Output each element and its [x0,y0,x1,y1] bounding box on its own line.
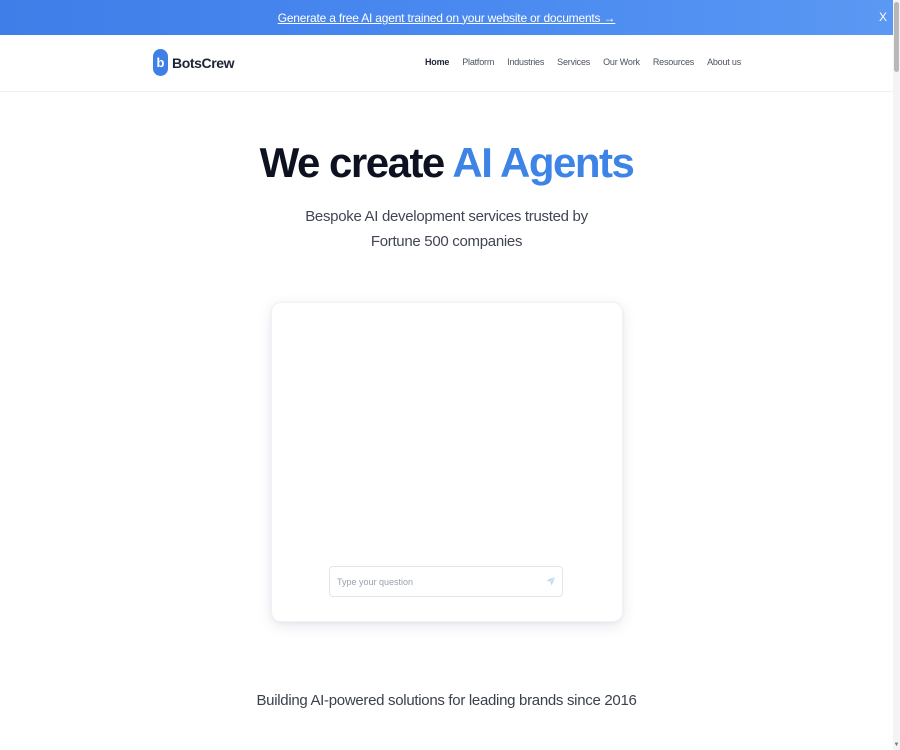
nav-item-resources[interactable]: Resources [653,57,694,67]
banner-close-button[interactable]: X [879,10,887,24]
nav-item-our-work[interactable]: Our Work [603,57,640,67]
nav-item-services[interactable]: Services [557,57,590,67]
site-header: b BotsCrew Home Platform Industries Serv… [0,35,893,92]
nav-item-about-us[interactable]: About us [707,57,741,67]
logo-text: BotsCrew [172,54,235,71]
nav-item-industries[interactable]: Industries [507,57,544,67]
chat-input-box [329,566,563,597]
logo[interactable]: b BotsCrew [153,49,235,76]
scrollbar-thumb[interactable] [894,2,899,72]
logo-icon: b [153,49,168,76]
hero-subtitle: Bespoke AI development services trusted … [305,208,588,250]
logo-mark-letter: b [156,55,165,70]
announcement-banner: Generate a free AI agent trained on your… [0,0,893,35]
brands-tagline: Building AI-powered solutions for leadin… [256,692,637,709]
send-icon[interactable] [545,575,557,587]
chat-messages-area [272,303,622,553]
hero-title: We create AI Agents [0,137,893,189]
hero-title-accent: AI Agents [452,139,634,186]
hero-title-plain: We create [259,139,453,186]
banner-cta-link[interactable]: Generate a free AI agent trained on your… [278,11,616,25]
nav-item-platform[interactable]: Platform [462,57,494,67]
page-scrollbar[interactable]: ▼ [893,0,900,750]
scroll-down-arrow-icon[interactable]: ▼ [893,742,900,748]
nav-item-home[interactable]: Home [425,57,449,67]
main-nav: Home Platform Industries Services Our Wo… [425,57,741,67]
chat-widget [271,302,623,622]
chat-question-input[interactable] [330,567,547,596]
